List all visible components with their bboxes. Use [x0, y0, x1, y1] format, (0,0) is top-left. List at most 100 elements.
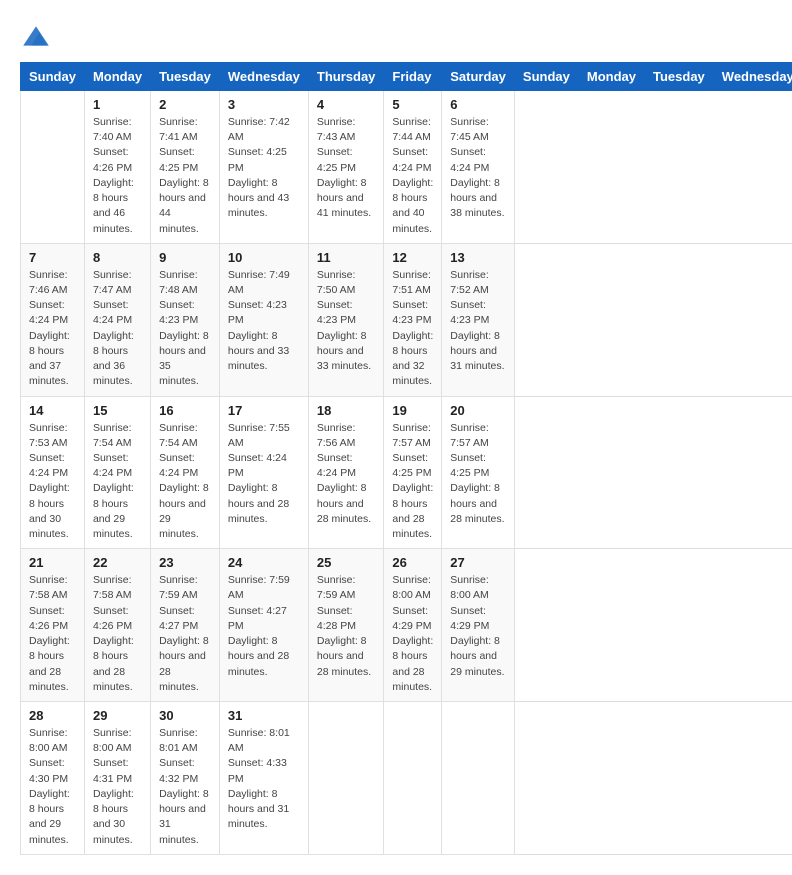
day-info: Sunrise: 7:54 AMSunset: 4:24 PMDaylight:…	[159, 421, 211, 543]
day-number: 8	[93, 250, 142, 265]
day-number: 10	[228, 250, 300, 265]
day-header-monday: Monday	[84, 63, 150, 91]
day-info: Sunrise: 7:53 AMSunset: 4:24 PMDaylight:…	[29, 421, 76, 543]
day-header-wednesday: Wednesday	[219, 63, 308, 91]
day-info: Sunrise: 7:49 AMSunset: 4:23 PMDaylight:…	[228, 268, 300, 375]
calendar-cell: 1 Sunrise: 7:40 AMSunset: 4:26 PMDaylight…	[84, 91, 150, 244]
calendar-cell: 10 Sunrise: 7:49 AMSunset: 4:23 PMDayligh…	[219, 243, 308, 396]
day-number: 13	[450, 250, 506, 265]
day-number: 22	[93, 555, 142, 570]
day-number: 4	[317, 97, 376, 112]
day-number: 11	[317, 250, 376, 265]
day-number: 27	[450, 555, 506, 570]
calendar-cell: 27 Sunrise: 8:00 AMSunset: 4:29 PMDayligh…	[442, 549, 515, 702]
day-number: 16	[159, 403, 211, 418]
logo	[20, 20, 56, 52]
calendar-cell: 8Sunrise: 7:47 AMSunset: 4:24 PMDaylight…	[84, 243, 150, 396]
day-number: 23	[159, 555, 211, 570]
day-info: Sunrise: 7:56 AMSunset: 4:24 PMDaylight:…	[317, 421, 376, 528]
day-info: Sunrise: 7:45 AMSunset: 4:24 PMDaylight:…	[450, 115, 506, 222]
calendar-cell: 3 Sunrise: 7:42 AMSunset: 4:25 PMDaylight…	[219, 91, 308, 244]
calendar-cell	[308, 702, 384, 855]
calendar-cell: 26 Sunrise: 8:00 AMSunset: 4:29 PMDayligh…	[384, 549, 442, 702]
calendar-cell: 25Sunrise: 7:59 AMSunset: 4:28 PMDayligh…	[308, 549, 384, 702]
calendar-cell: 2 Sunrise: 7:41 AMSunset: 4:25 PMDaylight…	[151, 91, 220, 244]
day-number: 17	[228, 403, 300, 418]
day-number: 6	[450, 97, 506, 112]
day-info: Sunrise: 7:55 AMSunset: 4:24 PMDaylight:…	[228, 421, 300, 528]
calendar-cell	[21, 91, 85, 244]
day-number: 20	[450, 403, 506, 418]
calendar-cell: 5 Sunrise: 7:44 AMSunset: 4:24 PMDaylight…	[384, 91, 442, 244]
calendar-week-2: 7 Sunrise: 7:46 AMSunset: 4:24 PMDaylight…	[21, 243, 792, 396]
day-number: 19	[392, 403, 433, 418]
calendar-cell: 21 Sunrise: 7:58 AMSunset: 4:26 PMDayligh…	[21, 549, 85, 702]
calendar-cell: 31 Sunrise: 8:01 AMSunset: 4:33 PMDayligh…	[219, 702, 308, 855]
day-info: Sunrise: 7:41 AMSunset: 4:25 PMDaylight:…	[159, 115, 211, 237]
calendar-cell	[442, 702, 515, 855]
day-header-wednesday: Wednesday	[713, 63, 792, 91]
day-number: 3	[228, 97, 300, 112]
calendar-week-4: 21 Sunrise: 7:58 AMSunset: 4:26 PMDayligh…	[21, 549, 792, 702]
day-number: 14	[29, 403, 76, 418]
day-info: Sunrise: 7:57 AMSunset: 4:25 PMDaylight:…	[392, 421, 433, 543]
day-number: 28	[29, 708, 76, 723]
day-header-saturday: Saturday	[442, 63, 515, 91]
day-number: 15	[93, 403, 142, 418]
day-info: Sunrise: 7:46 AMSunset: 4:24 PMDaylight:…	[29, 268, 76, 390]
calendar-cell: 22 Sunrise: 7:58 AMSunset: 4:26 PMDayligh…	[84, 549, 150, 702]
day-number: 1	[93, 97, 142, 112]
calendar-cell: 17 Sunrise: 7:55 AMSunset: 4:24 PMDayligh…	[219, 396, 308, 549]
calendar-cell: 16 Sunrise: 7:54 AMSunset: 4:24 PMDayligh…	[151, 396, 220, 549]
day-info: Sunrise: 8:00 AMSunset: 4:31 PMDaylight:…	[93, 726, 142, 848]
day-header-sunday: Sunday	[21, 63, 85, 91]
page-header	[20, 20, 772, 52]
day-info: Sunrise: 7:44 AMSunset: 4:24 PMDaylight:…	[392, 115, 433, 237]
day-info: Sunrise: 7:40 AMSunset: 4:26 PMDaylight:…	[93, 115, 142, 237]
day-info: Sunrise: 7:50 AMSunset: 4:23 PMDaylight:…	[317, 268, 376, 375]
day-info: Sunrise: 7:43 AMSunset: 4:25 PMDaylight:…	[317, 115, 376, 222]
day-info: Sunrise: 7:42 AMSunset: 4:25 PMDaylight:…	[228, 115, 300, 222]
calendar-cell: 7 Sunrise: 7:46 AMSunset: 4:24 PMDaylight…	[21, 243, 85, 396]
day-info: Sunrise: 8:00 AMSunset: 4:30 PMDaylight:…	[29, 726, 76, 848]
day-info: Sunrise: 8:00 AMSunset: 4:29 PMDaylight:…	[392, 573, 433, 695]
day-number: 26	[392, 555, 433, 570]
day-info: Sunrise: 7:58 AMSunset: 4:26 PMDaylight:…	[29, 573, 76, 695]
calendar-cell: 12 Sunrise: 7:51 AMSunset: 4:23 PMDayligh…	[384, 243, 442, 396]
day-header-tuesday: Tuesday	[151, 63, 220, 91]
day-info: Sunrise: 7:59 AMSunset: 4:28 PMDaylight:…	[317, 573, 376, 680]
day-number: 5	[392, 97, 433, 112]
day-number: 9	[159, 250, 211, 265]
day-number: 12	[392, 250, 433, 265]
calendar-cell: 20 Sunrise: 7:57 AMSunset: 4:25 PMDayligh…	[442, 396, 515, 549]
calendar-cell: 6 Sunrise: 7:45 AMSunset: 4:24 PMDaylight…	[442, 91, 515, 244]
calendar-cell: 24Sunrise: 7:59 AMSunset: 4:27 PMDayligh…	[219, 549, 308, 702]
day-info: Sunrise: 7:51 AMSunset: 4:23 PMDaylight:…	[392, 268, 433, 390]
day-header-tuesday: Tuesday	[645, 63, 714, 91]
calendar-cell: 13Sunrise: 7:52 AMSunset: 4:23 PMDayligh…	[442, 243, 515, 396]
day-header-monday: Monday	[578, 63, 644, 91]
day-info: Sunrise: 8:00 AMSunset: 4:29 PMDaylight:…	[450, 573, 506, 680]
calendar-table: SundayMondayTuesdayWednesdayThursdayFrid…	[20, 62, 792, 855]
calendar-week-1: 1 Sunrise: 7:40 AMSunset: 4:26 PMDaylight…	[21, 91, 792, 244]
day-number: 30	[159, 708, 211, 723]
calendar-week-3: 14 Sunrise: 7:53 AMSunset: 4:24 PMDayligh…	[21, 396, 792, 549]
day-info: Sunrise: 7:58 AMSunset: 4:26 PMDaylight:…	[93, 573, 142, 695]
day-number: 21	[29, 555, 76, 570]
calendar-header-row: SundayMondayTuesdayWednesdayThursdayFrid…	[21, 63, 792, 91]
calendar-cell	[384, 702, 442, 855]
calendar-cell: 23Sunrise: 7:59 AMSunset: 4:27 PMDayligh…	[151, 549, 220, 702]
calendar-cell: 19 Sunrise: 7:57 AMSunset: 4:25 PMDayligh…	[384, 396, 442, 549]
day-number: 24	[228, 555, 300, 570]
day-info: Sunrise: 7:57 AMSunset: 4:25 PMDaylight:…	[450, 421, 506, 528]
calendar-cell: 29Sunrise: 8:00 AMSunset: 4:31 PMDayligh…	[84, 702, 150, 855]
day-info: Sunrise: 8:01 AMSunset: 4:33 PMDaylight:…	[228, 726, 300, 833]
calendar-cell: 4 Sunrise: 7:43 AMSunset: 4:25 PMDaylight…	[308, 91, 384, 244]
calendar-cell: 11 Sunrise: 7:50 AMSunset: 4:23 PMDayligh…	[308, 243, 384, 396]
day-number: 31	[228, 708, 300, 723]
day-number: 2	[159, 97, 211, 112]
calendar-cell: 30Sunrise: 8:01 AMSunset: 4:32 PMDayligh…	[151, 702, 220, 855]
day-number: 7	[29, 250, 76, 265]
day-number: 18	[317, 403, 376, 418]
calendar-cell: 15Sunrise: 7:54 AMSunset: 4:24 PMDayligh…	[84, 396, 150, 549]
